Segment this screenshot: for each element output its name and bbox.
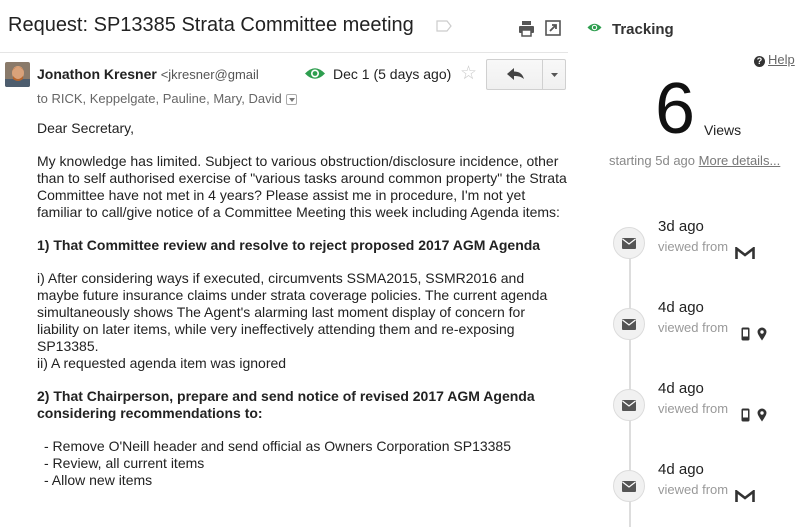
show-details-icon[interactable] <box>285 94 297 105</box>
event-source: viewed from <box>658 320 728 335</box>
starting-text: starting 5d ago <box>609 153 696 168</box>
greeting: Dear Secretary, <box>37 120 134 136</box>
body-paragraph: My knowledge has limited. Subject to var… <box>37 153 567 220</box>
body-paragraph: i) After considering ways if executed, c… <box>37 270 548 354</box>
email-icon <box>613 308 645 340</box>
event-source: viewed from <box>658 401 728 416</box>
views-label: Views <box>704 122 742 138</box>
new-window-icon[interactable] <box>545 20 561 36</box>
tracking-panel: Tracking ? Help 6 Views starting 5d ago M… <box>575 0 800 527</box>
list-item: - Review, all current items <box>44 455 205 471</box>
location-pin-icon <box>757 327 767 341</box>
subject-bar: Request: SP13385 Strata Committee meetin… <box>0 0 570 52</box>
event-time: 3d ago <box>658 218 704 235</box>
list-item: - Remove O'Neill header and send officia… <box>44 438 511 454</box>
tracking-title: Tracking <box>612 21 674 38</box>
avatar[interactable] <box>5 62 30 87</box>
more-details-link[interactable]: More details... <box>699 153 781 168</box>
gmail-icon <box>735 247 755 259</box>
list-item: - Allow new items <box>44 472 153 488</box>
mobile-icon <box>741 408 750 422</box>
reply-button[interactable] <box>487 60 542 89</box>
email-icon <box>613 227 645 259</box>
email-pane: Request: SP13385 Strata Committee meetin… <box>0 0 575 527</box>
print-icon[interactable] <box>518 20 535 37</box>
email-icon <box>613 389 645 421</box>
tracking-start: starting 5d ago More details... <box>609 153 780 168</box>
email-date: Dec 1 (5 days ago) <box>333 66 452 82</box>
event-source: viewed from <box>658 482 728 497</box>
more-actions-button[interactable] <box>543 60 566 89</box>
email-icon <box>613 470 645 502</box>
recipients[interactable]: to RICK, Keppelgate, Pauline, Mary, Davi… <box>37 91 297 106</box>
event-time: 4d ago <box>658 380 704 397</box>
mobile-icon <box>741 327 750 341</box>
viewed-from-label: viewed from <box>658 239 729 254</box>
recipients-text: to RICK, Keppelgate, Pauline, Mary, Davi… <box>37 91 282 106</box>
timeline-event: 4d ago viewed from <box>575 380 800 449</box>
email-body: Dear Secretary, My knowledge has limited… <box>37 120 567 489</box>
email-subject: Request: SP13385 Strata Committee meetin… <box>8 14 414 36</box>
sender[interactable]: Jonathon Kresner <jkresner@gmail <box>37 66 259 82</box>
event-time: 4d ago <box>658 461 704 478</box>
reply-icon <box>507 68 524 80</box>
sender-name: Jonathon Kresner <box>37 66 157 82</box>
chevron-down-icon <box>551 73 558 77</box>
timeline-event: 3d ago viewed from <box>575 218 800 287</box>
agenda-item-heading: 2) That Chairperson, prepare and send no… <box>37 388 535 421</box>
reply-button-group <box>486 59 566 90</box>
help-icon: ? <box>754 56 765 67</box>
views-count: 6 <box>655 69 696 149</box>
help-link[interactable]: ? Help <box>754 52 795 67</box>
event-time: 4d ago <box>658 299 704 316</box>
viewed-from-label: viewed from <box>658 320 729 335</box>
event-source: viewed from <box>658 239 728 254</box>
location-pin-icon <box>757 408 767 422</box>
label-icon[interactable] <box>436 20 452 32</box>
eye-icon[interactable] <box>304 66 326 81</box>
timeline-event: 4d ago viewed from <box>575 461 800 530</box>
gmail-icon <box>735 490 755 502</box>
viewed-from-label: viewed from <box>658 482 729 497</box>
help-label: Help <box>768 52 795 67</box>
body-paragraph: ii) A requested agenda item was ignored <box>37 355 287 371</box>
viewed-from-label: viewed from <box>658 401 729 416</box>
agenda-item-heading: 1) That Committee review and resolve to … <box>37 237 541 253</box>
eye-icon <box>587 23 602 32</box>
timeline-event: 4d ago viewed from <box>575 299 800 368</box>
header-divider <box>0 52 568 53</box>
star-icon[interactable]: ☆ <box>460 64 479 83</box>
sender-email: <jkresner@gmail <box>160 67 259 82</box>
